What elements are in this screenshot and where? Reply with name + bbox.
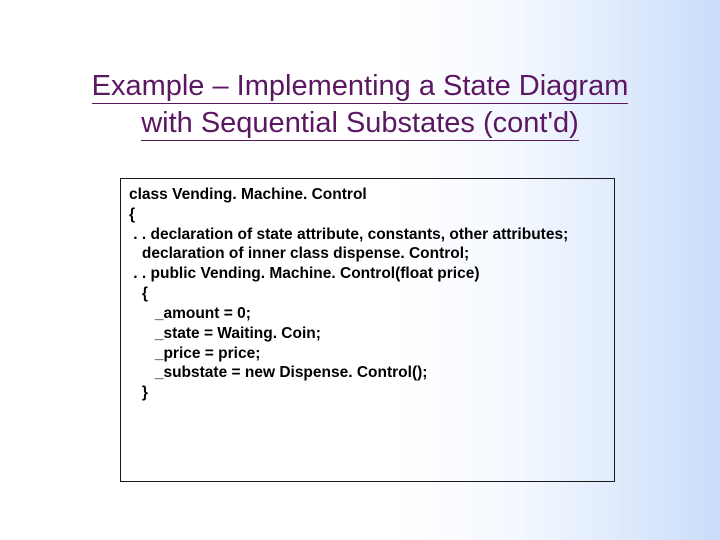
code-line: { [129,284,606,304]
code-box: class Vending. Machine. Control { . . de… [120,178,615,482]
code-line: } [129,383,606,403]
code-line: _price = price; [129,344,606,364]
title-line-2: with Sequential Substates (cont'd) [141,107,579,141]
slide-title: Example – Implementing a State Diagram w… [0,68,720,142]
code-line: _amount = 0; [129,304,606,324]
slide: Example – Implementing a State Diagram w… [0,0,720,540]
code-line: class Vending. Machine. Control [129,185,606,205]
code-line: declaration of inner class dispense. Con… [129,244,606,264]
code-line: . . declaration of state attribute, cons… [129,225,606,245]
code-line: . . public Vending. Machine. Control(flo… [129,264,606,284]
code-line: _state = Waiting. Coin; [129,324,606,344]
code-line: _substate = new Dispense. Control(); [129,363,606,383]
code-line: { [129,205,606,225]
title-line-1: Example – Implementing a State Diagram [92,70,629,104]
